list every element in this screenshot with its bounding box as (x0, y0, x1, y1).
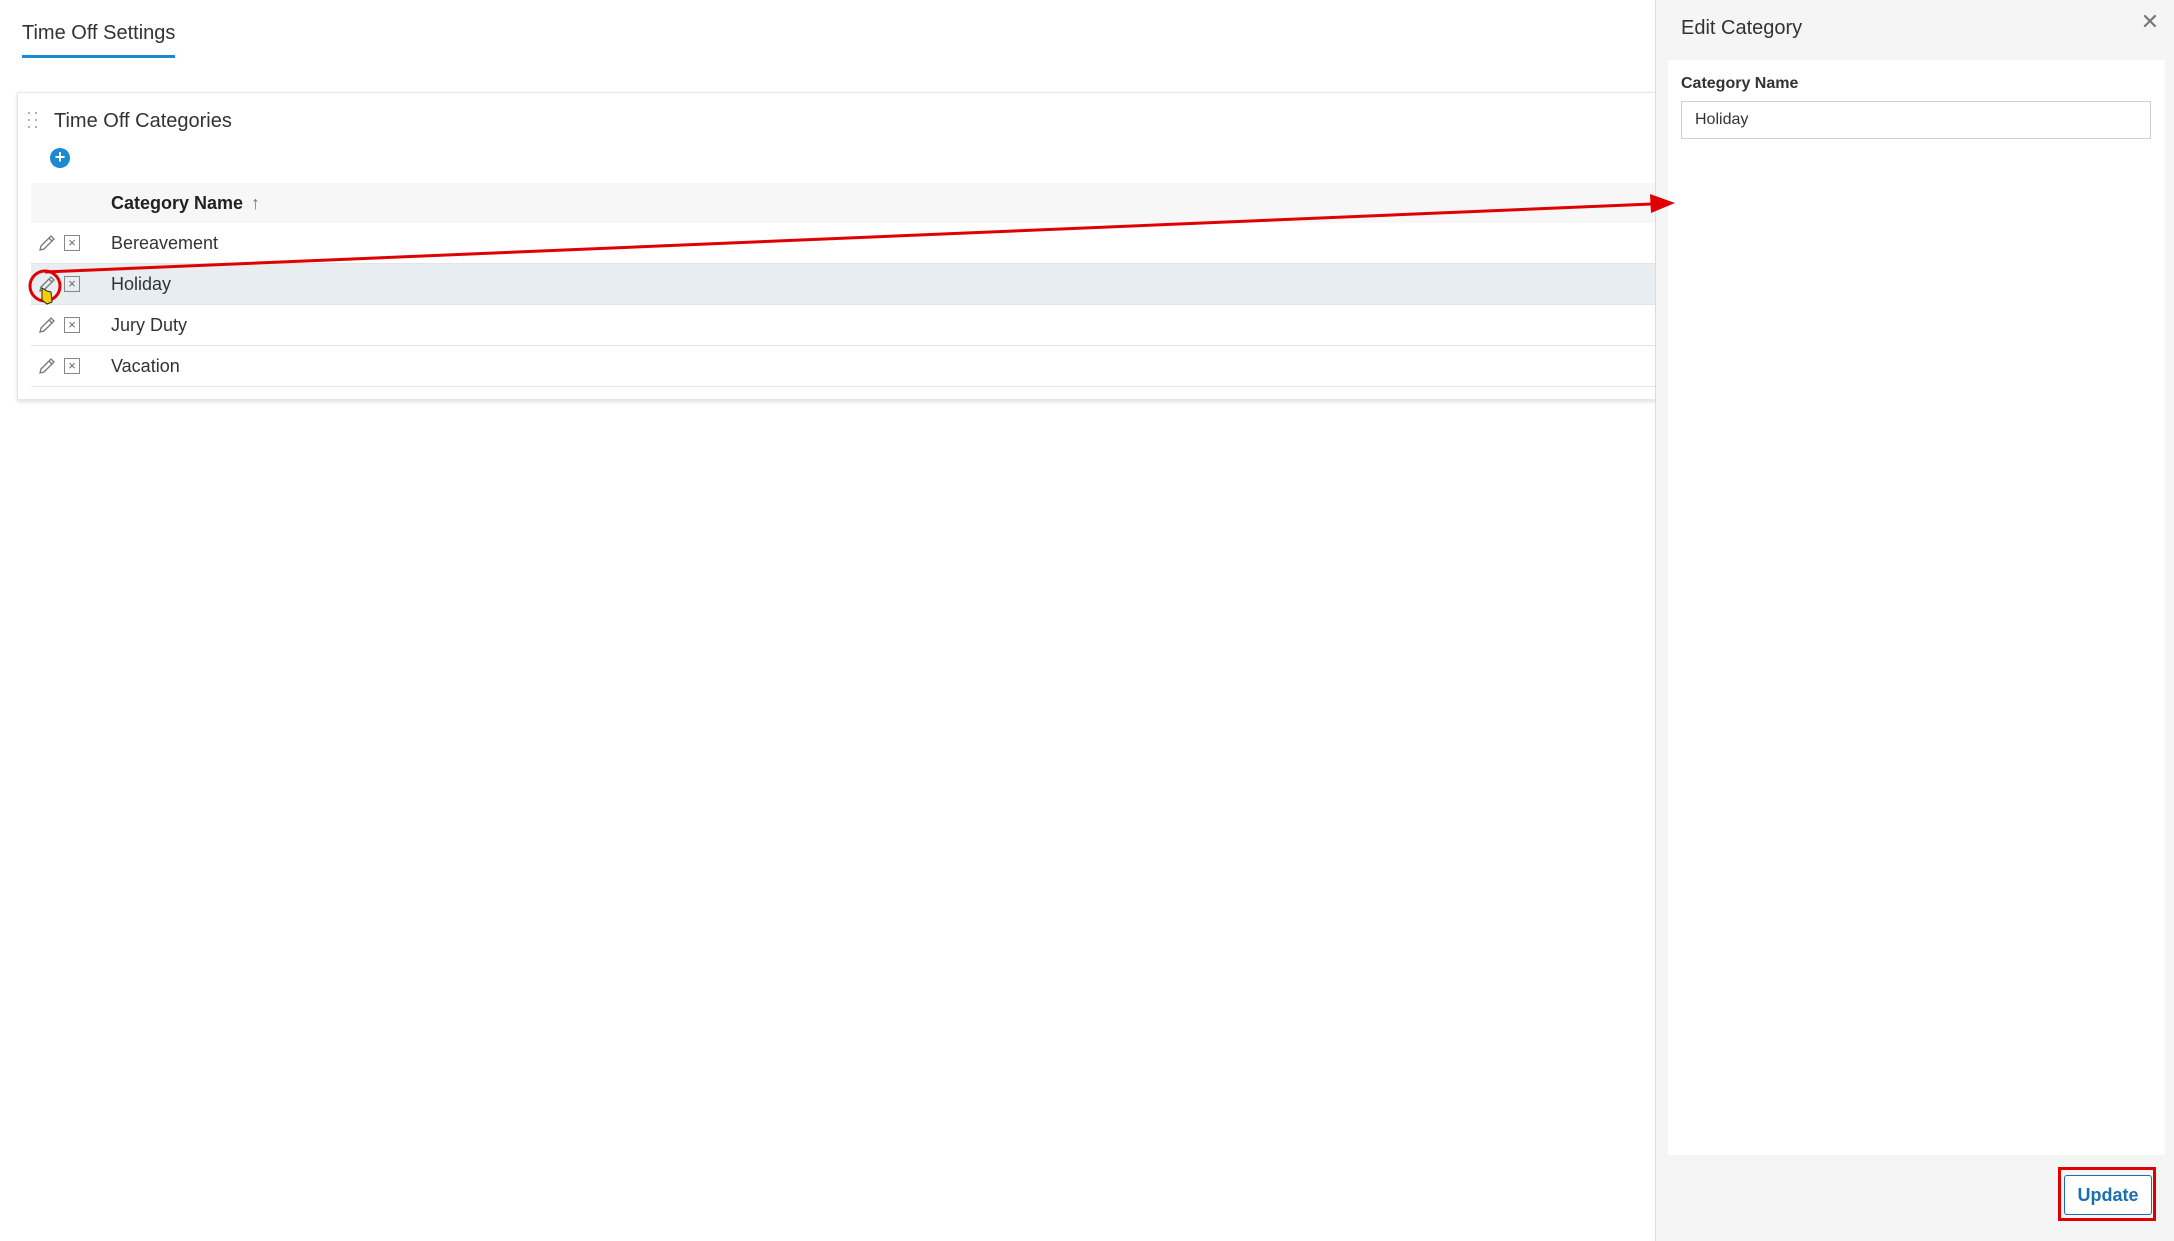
row-actions: × (31, 315, 111, 335)
card-title: Time Off Categories (54, 109, 232, 132)
row-label: Bereavement (111, 232, 219, 253)
drag-handle-icon[interactable] (28, 112, 40, 130)
table-row[interactable]: × Holiday (31, 264, 1671, 305)
row-label: Vacation (111, 355, 180, 376)
column-header-label: Category Name (111, 192, 244, 213)
plus-circle-icon[interactable]: + (50, 148, 70, 168)
category-name-label: Category Name (1681, 75, 1799, 92)
row-actions: × (31, 233, 111, 253)
delete-icon[interactable]: × (64, 358, 80, 374)
edit-pencil-icon[interactable] (37, 233, 57, 253)
close-icon[interactable]: ✕ (2138, 10, 2162, 34)
row-label: Holiday (111, 273, 172, 294)
delete-icon[interactable]: × (64, 276, 80, 292)
categories-grid: Category Name ↑ × Bereavement × Holiday … (31, 183, 1671, 387)
edit-pencil-icon[interactable] (37, 315, 57, 335)
delete-icon[interactable]: × (64, 317, 80, 333)
sort-ascending-icon[interactable]: ↑ (251, 193, 260, 214)
table-row[interactable]: × Jury Duty (31, 305, 1671, 346)
column-header-category-name[interactable]: Category Name ↑ (111, 193, 260, 214)
delete-icon[interactable]: × (64, 235, 80, 251)
panel-title: Edit Category (1681, 17, 1803, 39)
table-row[interactable]: × Bereavement (31, 223, 1671, 264)
edit-category-panel: Edit Category ✕ Category Name (1655, 0, 2174, 1241)
edit-pencil-icon[interactable] (37, 356, 57, 376)
row-actions: × (31, 274, 111, 294)
time-off-categories-card: Time Off Categories + Category Name ↑ × … (17, 92, 1671, 400)
category-name-input[interactable] (1681, 101, 2151, 139)
tab-time-off-settings[interactable]: Time Off Settings (22, 22, 176, 58)
annotation-highlight-box (2058, 1167, 2156, 1221)
row-label: Jury Duty (111, 314, 188, 335)
row-actions: × (31, 356, 111, 376)
panel-body: Category Name (1668, 60, 2165, 1155)
edit-pencil-icon[interactable] (37, 274, 57, 294)
card-header: Time Off Categories (28, 101, 232, 141)
grid-header: Category Name ↑ (31, 183, 1671, 223)
table-row[interactable]: × Vacation (31, 346, 1671, 387)
